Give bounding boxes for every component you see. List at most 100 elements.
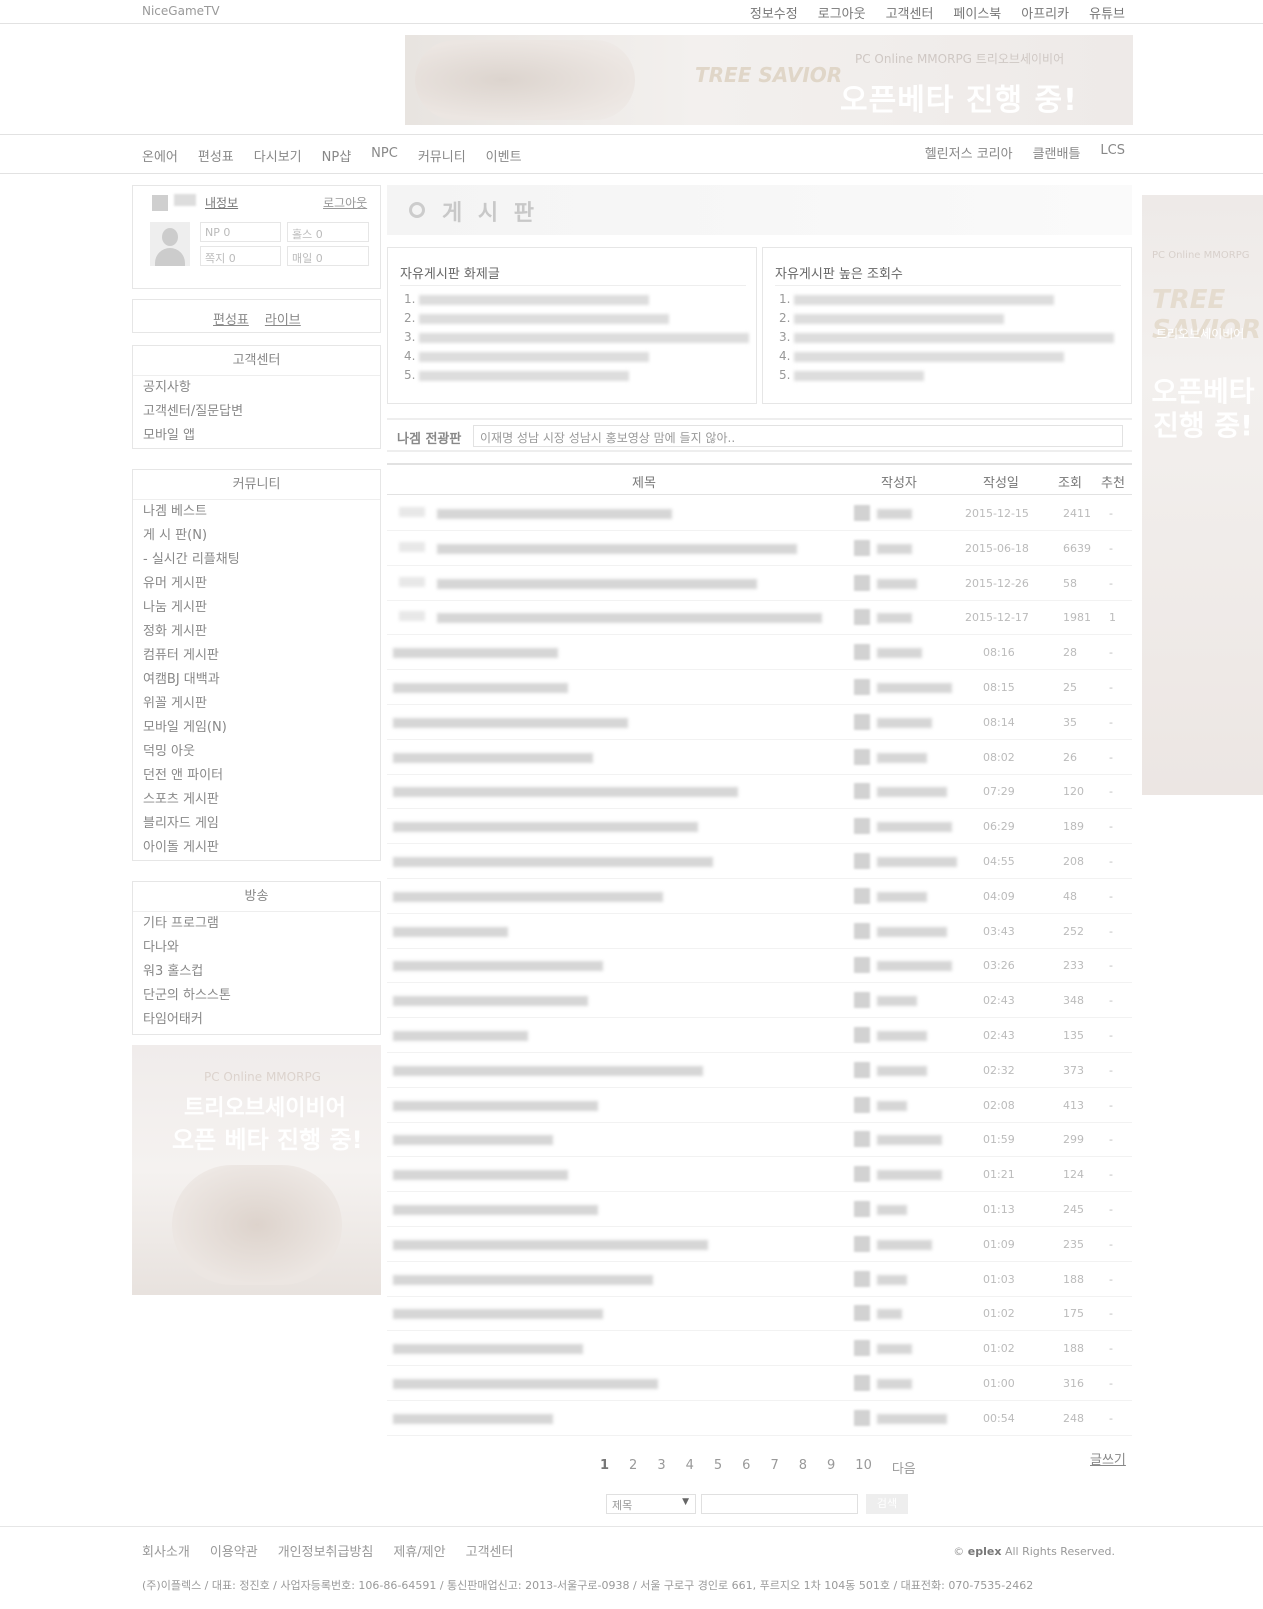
table-row[interactable]: 04:55 208 - (387, 844, 1132, 879)
nav-community[interactable]: 커뮤니티 (418, 146, 466, 165)
footer-about[interactable]: 회사소개 (142, 1541, 190, 1560)
table-row[interactable]: 01:00 316 - (387, 1366, 1132, 1401)
post-author[interactable] (877, 1168, 942, 1181)
page-link-1[interactable]: 1 (600, 1458, 609, 1477)
community-item[interactable]: 스포츠 게시판 (133, 788, 380, 812)
nav-event[interactable]: 이벤트 (486, 146, 522, 165)
table-row[interactable]: 01:59 299 - (387, 1122, 1132, 1158)
community-item[interactable]: 컴퓨터 게시판 (133, 644, 380, 668)
table-row[interactable]: 01:13 245 - (387, 1192, 1132, 1227)
logout-link[interactable]: 로그아웃 (323, 194, 367, 211)
post-title[interactable] (393, 890, 663, 903)
post-title[interactable] (393, 751, 593, 764)
table-row[interactable]: 01:21 124 - (387, 1157, 1132, 1193)
table-row[interactable]: 08:15 25 - (387, 670, 1132, 705)
post-author[interactable] (877, 1273, 907, 1286)
hot-post-item[interactable]: 2. (779, 311, 1114, 330)
my-info-link[interactable]: 내정보 (205, 194, 238, 211)
nav-npc[interactable]: NPC (371, 146, 398, 165)
post-title[interactable] (393, 1412, 553, 1425)
page-link-8[interactable]: 8 (799, 1458, 807, 1477)
top-banner-ad[interactable]: TREE SAVIOR PC Online MMORPG 트리오브세이비어 오픈… (405, 35, 1133, 125)
post-author[interactable] (877, 1412, 947, 1425)
page-link-9[interactable]: 9 (827, 1458, 835, 1477)
top-nav-support[interactable]: 고객센터 (886, 3, 934, 22)
horse-stat[interactable]: 홀스 0 (287, 222, 369, 242)
post-title[interactable] (399, 576, 757, 590)
post-author[interactable] (877, 959, 952, 972)
table-row[interactable]: 04:09 48 - (387, 879, 1132, 914)
table-row[interactable]: 06:29 189 - (387, 809, 1132, 845)
hot-post-item[interactable]: 5. (404, 368, 749, 387)
notice-ticker[interactable]: 이재명 성남 시장 성남시 홍보영상 맘에 들지 않아.. (473, 425, 1123, 447)
search-button[interactable]: 검색 (866, 1494, 908, 1514)
post-title[interactable] (393, 785, 738, 798)
post-author[interactable] (877, 1377, 912, 1390)
post-author[interactable] (877, 1099, 907, 1112)
post-title[interactable] (393, 820, 698, 833)
nav-clan-battle[interactable]: 클랜배틀 (1033, 143, 1081, 162)
post-title[interactable] (393, 1377, 658, 1390)
table-row[interactable]: 02:08 413 - (387, 1088, 1132, 1123)
post-author[interactable] (877, 1238, 932, 1251)
next-page-link[interactable]: 다음 (892, 1458, 916, 1477)
top-nav-afreeca[interactable]: 아프리카 (1021, 3, 1069, 22)
post-author[interactable] (877, 1029, 927, 1042)
post-title[interactable] (393, 646, 558, 659)
table-row[interactable]: 2015-12-17 1981 1 (387, 600, 1132, 636)
post-title[interactable] (393, 1064, 703, 1077)
np-stat[interactable]: NP 0 (200, 222, 281, 242)
post-author[interactable] (877, 646, 922, 659)
post-author[interactable] (877, 716, 932, 729)
table-row[interactable]: 08:16 28 - (387, 635, 1132, 671)
hot-post-item[interactable]: 1. (779, 292, 1114, 311)
post-title[interactable] (393, 681, 568, 694)
post-author[interactable] (877, 820, 952, 833)
table-row[interactable]: 2015-12-26 58 - (387, 566, 1132, 601)
message-stat[interactable]: 쪽지 0 (200, 246, 281, 266)
broadcast-item[interactable]: 기타 프로그램 (133, 912, 380, 936)
community-item[interactable]: 덕밍 아웃 (133, 740, 380, 764)
post-title[interactable] (393, 1238, 708, 1251)
post-title[interactable] (393, 925, 508, 938)
page-link-4[interactable]: 4 (686, 1458, 694, 1477)
top-nav-facebook[interactable]: 페이스북 (953, 3, 1001, 22)
nav-replay[interactable]: 다시보기 (254, 146, 302, 165)
post-author[interactable] (877, 507, 912, 520)
page-link-10[interactable]: 10 (855, 1458, 872, 1477)
broadcast-item[interactable]: 단군의 하스스톤 (133, 984, 380, 1008)
table-row[interactable]: 07:29 120 - (387, 774, 1132, 810)
post-title[interactable] (399, 507, 672, 520)
post-title[interactable] (393, 1273, 653, 1286)
support-item[interactable]: 공지사항 (133, 376, 380, 400)
post-title[interactable] (393, 1203, 598, 1216)
top-nav-youtube[interactable]: 유튜브 (1089, 3, 1125, 22)
broadcast-item[interactable]: 타임어태커 (133, 1008, 380, 1032)
post-title[interactable] (393, 994, 588, 1007)
community-item[interactable]: 정화 게시판 (133, 620, 380, 644)
footer-support[interactable]: 고객센터 (466, 1541, 514, 1560)
table-row[interactable]: 01:02 188 - (387, 1331, 1132, 1367)
post-author[interactable] (877, 1133, 942, 1146)
table-row[interactable]: 03:43 252 - (387, 914, 1132, 949)
nav-onair[interactable]: 온에어 (142, 146, 178, 165)
nav-schedule[interactable]: 편성표 (198, 146, 234, 165)
community-item[interactable]: 아이돌 게시판 (133, 836, 380, 860)
community-item[interactable]: 위꼴 게시판 (133, 692, 380, 716)
post-author[interactable] (877, 855, 957, 868)
post-author[interactable] (877, 577, 917, 590)
top-nav-logout[interactable]: 로그아웃 (818, 3, 866, 22)
hot-post-item[interactable]: 1. (404, 292, 749, 311)
post-title[interactable] (393, 1168, 568, 1181)
post-title[interactable] (393, 1099, 598, 1112)
hot-post-item[interactable]: 3. (779, 330, 1115, 349)
table-row[interactable]: 02:43 348 - (387, 983, 1132, 1019)
community-item[interactable]: 블리자드 게임 (133, 812, 380, 836)
post-author[interactable] (877, 925, 947, 938)
page-link-7[interactable]: 7 (770, 1458, 778, 1477)
table-row[interactable]: 08:02 26 - (387, 740, 1132, 775)
post-title[interactable] (393, 959, 603, 972)
top-nav-edit-info[interactable]: 정보수정 (750, 3, 798, 22)
community-item[interactable]: 게 시 판(N) (133, 524, 380, 548)
post-author[interactable] (877, 785, 947, 798)
